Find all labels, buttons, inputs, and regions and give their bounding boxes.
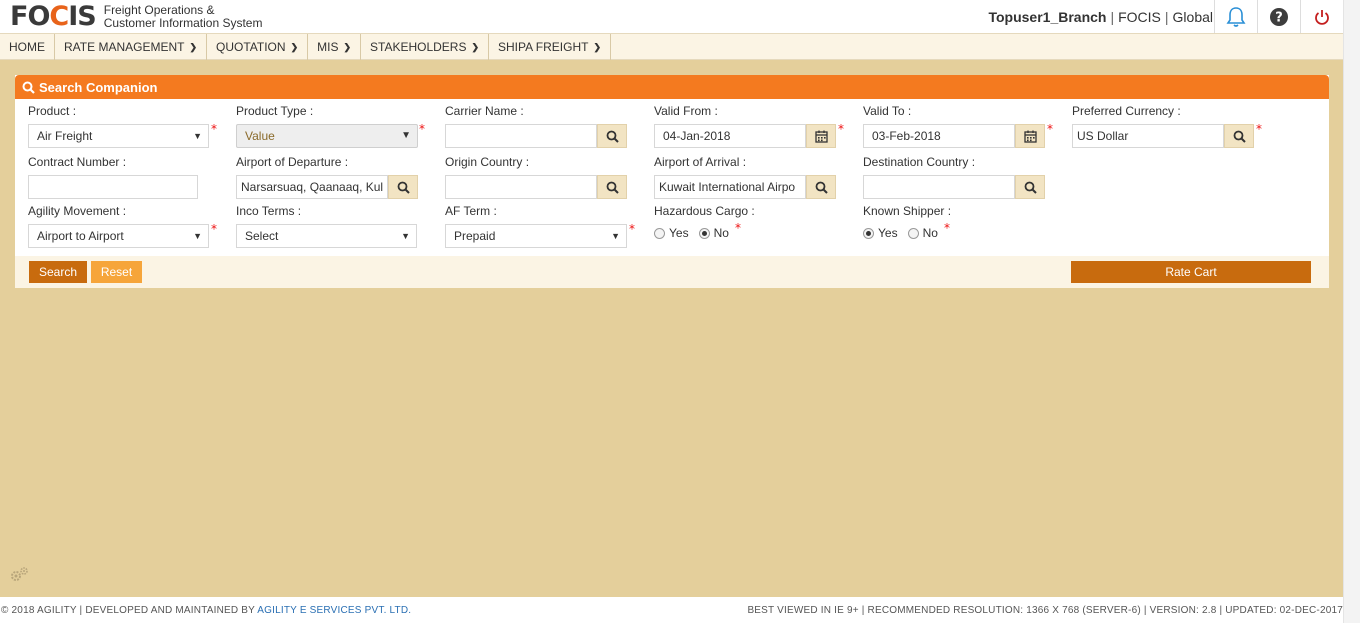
- af-term-select[interactable]: Prepaid ▼: [445, 224, 627, 248]
- valid-to-calendar-button[interactable]: [1015, 124, 1045, 148]
- destination-country-field: Destination Country :: [863, 155, 1045, 199]
- hazardous-no-radio[interactable]: [698, 227, 710, 239]
- contract-number-field: Contract Number :: [28, 155, 198, 199]
- nav-rate-management[interactable]: RATE MANAGEMENT ❯: [55, 34, 207, 60]
- carrier-name-field: Carrier Name :: [445, 104, 627, 148]
- airport-arrival-input[interactable]: Kuwait International Airpo: [654, 175, 806, 199]
- nav-stakeholders[interactable]: STAKEHOLDERS ❯: [361, 34, 490, 60]
- page-scrollbar[interactable]: [1343, 0, 1360, 623]
- search-icon: [397, 181, 410, 194]
- airport-departure-input[interactable]: Narsarsuaq, Qaanaaq, Kul: [236, 175, 388, 199]
- caret-down-icon: ▼: [193, 131, 202, 141]
- currency-search-button[interactable]: [1224, 124, 1254, 148]
- contract-number-input[interactable]: [28, 175, 198, 199]
- reset-button[interactable]: Reset: [91, 261, 142, 283]
- main-area: Search Companion Product : Air Freight ▼ …: [0, 60, 1343, 597]
- search-icon: [22, 81, 35, 94]
- action-bar: Search Reset Rate Cart: [15, 256, 1329, 288]
- caret-down-icon: ▼: [193, 231, 202, 241]
- username: Topuser1_Branch: [988, 9, 1107, 25]
- search-icon: [606, 130, 619, 143]
- caret-down-icon: ▼: [401, 231, 410, 241]
- valid-from-field: Valid From : 04-Jan-2018 *: [654, 104, 844, 148]
- chevron-down-icon: ❯: [471, 41, 480, 52]
- airport-arrival-field: Airport of Arrival : Kuwait Internationa…: [654, 155, 836, 199]
- calendar-icon: [1023, 130, 1037, 143]
- nav-quotation[interactable]: QUOTATION ❯: [207, 34, 309, 60]
- destination-search-button[interactable]: [1015, 175, 1045, 199]
- main-nav: HOME RATE MANAGEMENT ❯ QUOTATION ❯ MIS ❯ ST…: [0, 33, 1343, 60]
- valid-to-field: Valid To : 03-Feb-2018 *: [863, 104, 1053, 148]
- app-header: FOCIS Freight Operations & Customer Info…: [0, 0, 1343, 33]
- known-shipper-field: Known Shipper : Yes No *: [863, 204, 952, 240]
- departure-search-button[interactable]: [388, 175, 418, 199]
- inco-terms-select[interactable]: Select ▼: [236, 224, 417, 248]
- valid-to-input[interactable]: 03-Feb-2018: [863, 124, 1015, 148]
- search-icon: [815, 181, 828, 194]
- valid-from-calendar-button[interactable]: [806, 124, 836, 148]
- chevron-down-icon: ❯: [189, 41, 197, 52]
- carrier-search-button[interactable]: [597, 124, 627, 148]
- nav-shipa-freight[interactable]: SHIPA FREIGHT ❯: [489, 34, 612, 60]
- search-icon: [606, 181, 619, 194]
- valid-from-input[interactable]: 04-Jan-2018: [654, 124, 806, 148]
- panel-header: Search Companion: [15, 75, 1329, 99]
- search-icon: [1233, 130, 1246, 143]
- user-info: Topuser1_Branch | FOCIS | Global: [988, 9, 1213, 25]
- chevron-down-icon: ❯: [343, 41, 351, 52]
- carrier-name-input[interactable]: [445, 124, 597, 148]
- logo-mark: FOCIS: [10, 1, 97, 32]
- airport-departure-field: Airport of Departure : Narsarsuaq, Qaana…: [236, 155, 418, 199]
- svg-text:?: ?: [1275, 10, 1283, 25]
- hazardous-cargo-field: Hazardous Cargo : Yes No *: [654, 204, 755, 240]
- region: Global: [1172, 9, 1213, 25]
- origin-country-field: Origin Country :: [445, 155, 627, 199]
- panel-title: Search Companion: [39, 79, 158, 95]
- destination-country-input[interactable]: [863, 175, 1015, 199]
- logo-subtitle: Freight Operations & Customer Informatio…: [103, 3, 263, 30]
- product-type-select[interactable]: Value ▼: [236, 124, 418, 148]
- search-icon: [1024, 181, 1037, 194]
- rate-cart-button[interactable]: Rate Cart: [1071, 261, 1311, 283]
- product-type-field: Product Type : Value ▼ *: [236, 104, 425, 148]
- origin-country-input[interactable]: [445, 175, 597, 199]
- search-companion-panel: Search Companion Product : Air Freight ▼ …: [15, 75, 1329, 288]
- help-icon[interactable]: ?: [1257, 0, 1300, 33]
- agility-movement-field: Agility Movement : Airport to Airport ▼ *: [28, 204, 217, 248]
- hazardous-yes-radio[interactable]: [654, 227, 665, 239]
- focis-logo[interactable]: FOCIS Freight Operations & Customer Info…: [10, 3, 262, 31]
- product-select[interactable]: Air Freight ▼: [28, 124, 209, 148]
- known-shipper-yes-radio[interactable]: [863, 227, 874, 239]
- copyright-text: © 2018 AGILITY | DEVELOPED AND MAINTAINE…: [1, 605, 258, 616]
- arrival-search-button[interactable]: [806, 175, 836, 199]
- nav-mis[interactable]: MIS ❯: [308, 34, 361, 60]
- chevron-down-icon: ❯: [593, 41, 602, 52]
- calendar-icon: [814, 130, 828, 143]
- caret-down-icon: ▼: [401, 130, 411, 141]
- preferred-currency-field: Preferred Currency : US Dollar *: [1072, 104, 1262, 148]
- notification-bell-icon[interactable]: [1214, 0, 1257, 33]
- caret-down-icon: ▼: [611, 231, 620, 241]
- af-term-field: AF Term : Prepaid ▼ *: [445, 204, 635, 248]
- inco-terms-field: Inco Terms : Select ▼: [236, 204, 417, 248]
- footer-info: BEST VIEWED IN IE 9+ | RECOMMENDED RESOL…: [747, 605, 1343, 616]
- nav-home[interactable]: HOME: [0, 34, 55, 60]
- app-name: FOCIS: [1118, 9, 1161, 25]
- agility-movement-select[interactable]: Airport to Airport ▼: [28, 224, 209, 248]
- known-shipper-no-radio[interactable]: [907, 227, 919, 239]
- product-field: Product : Air Freight ▼ *: [28, 104, 217, 148]
- preferred-currency-input[interactable]: US Dollar: [1072, 124, 1224, 148]
- origin-search-button[interactable]: [597, 175, 627, 199]
- company-link[interactable]: AGILITY E SERVICES PVT. LTD.: [257, 605, 411, 616]
- power-logout-icon[interactable]: [1300, 0, 1343, 33]
- footer: © 2018 AGILITY | DEVELOPED AND MAINTAINE…: [0, 597, 1343, 623]
- settings-gear-icon[interactable]: [9, 566, 29, 587]
- chevron-down-icon: ❯: [290, 41, 299, 52]
- search-button[interactable]: Search: [29, 261, 87, 283]
